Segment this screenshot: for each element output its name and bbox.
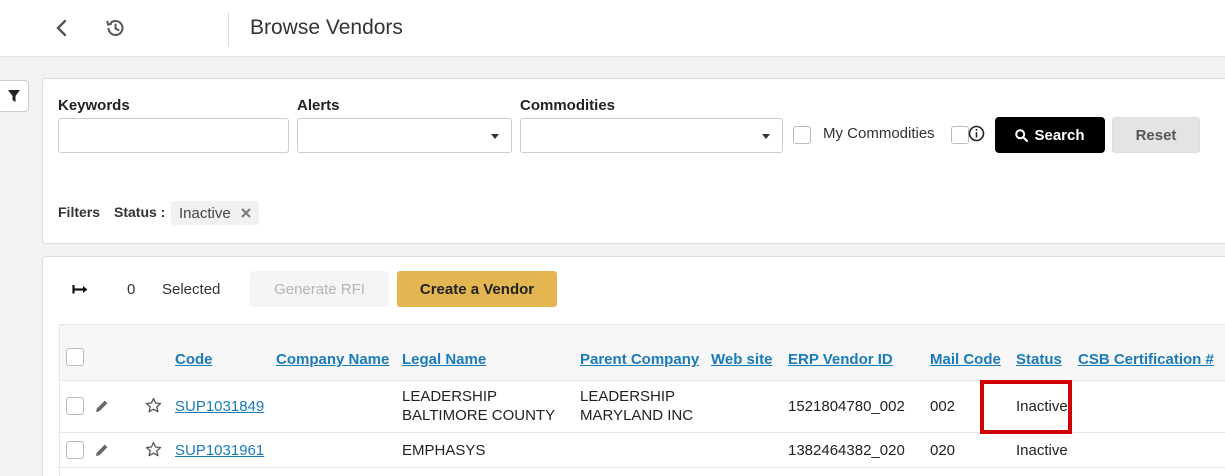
column-header-code[interactable]: Code <box>175 351 213 368</box>
expand-arrow-icon[interactable] <box>72 282 90 296</box>
search-button[interactable]: Search <box>995 117 1105 153</box>
column-header-legal-name[interactable]: Legal Name <box>402 351 486 368</box>
star-icon[interactable] <box>145 397 162 414</box>
top-bar: Browse Vendors <box>0 0 1225 57</box>
erp-vendor-id-cell: 1382464382_020 <box>788 442 905 459</box>
search-button-label: Search <box>1034 126 1085 144</box>
my-commodities-checkbox[interactable] <box>793 126 811 144</box>
status-cell: Inactive <box>1016 442 1068 459</box>
info-checkbox[interactable] <box>951 126 969 144</box>
parent-company-line: MARYLAND INC <box>580 407 694 424</box>
topbar-divider <box>228 12 229 46</box>
results-panel: 0 Selected Generate RFI Create a Vendor … <box>42 256 1225 476</box>
vendor-code-link[interactable]: SUP1031961 <box>175 441 264 460</box>
parent-company-cell: LEADERSHIP MARYLAND INC <box>580 387 693 425</box>
row-checkbox[interactable] <box>66 397 84 415</box>
reset-button[interactable]: Reset <box>1112 117 1200 153</box>
commodities-select[interactable] <box>520 118 783 153</box>
page-title: Browse Vendors <box>250 16 403 39</box>
search-icon <box>1015 128 1029 142</box>
column-header-erp-vendor-id[interactable]: ERP Vendor ID <box>788 351 893 368</box>
generate-rfi-button[interactable]: Generate RFI <box>250 271 389 307</box>
history-button[interactable] <box>99 12 131 44</box>
legal-name-line: LEADERSHIP <box>402 388 498 405</box>
table-header: Code Company Name Legal Name Parent Comp… <box>60 325 1225 381</box>
pencil-icon[interactable] <box>94 442 110 458</box>
select-all-checkbox[interactable] <box>66 348 84 366</box>
filter-toggle-button[interactable] <box>0 80 29 112</box>
star-icon[interactable] <box>145 441 162 458</box>
status-filter-label: Status : <box>114 204 166 220</box>
back-button[interactable] <box>46 12 78 44</box>
column-header-mail-code[interactable]: Mail Code <box>930 351 1001 368</box>
mail-code-cell: 002 <box>930 398 956 415</box>
vendor-code-link[interactable]: SUP1031849 <box>175 397 264 416</box>
search-panel: Keywords Alerts Commodities My Commoditi… <box>42 78 1225 244</box>
row-checkbox[interactable] <box>66 441 84 459</box>
column-header-csb-certification[interactable]: CSB Certification # <box>1078 351 1214 368</box>
filters-label: Filters <box>58 204 101 220</box>
filter-icon <box>8 90 20 102</box>
pencil-icon[interactable] <box>94 398 110 414</box>
parent-company-line: LEADERSHIP <box>580 388 676 405</box>
create-vendor-button[interactable]: Create a Vendor <box>397 271 557 307</box>
history-icon <box>106 20 124 36</box>
commodities-label: Commodities <box>520 97 616 114</box>
my-commodities-label: My Commodities <box>823 125 935 142</box>
keywords-label: Keywords <box>58 97 130 114</box>
selected-label: Selected <box>162 281 221 298</box>
legal-name-line: BALTIMORE COUNTY <box>402 407 556 424</box>
chevron-left-icon <box>56 19 67 37</box>
chevron-down-icon <box>491 134 499 139</box>
legal-name-cell: LEADERSHIP BALTIMORE COUNTY <box>402 387 555 425</box>
close-icon[interactable] <box>240 208 251 218</box>
column-header-company-name[interactable]: Company Name <box>276 351 389 368</box>
status-filter-chip: Inactive <box>171 201 259 225</box>
info-icon[interactable] <box>968 125 985 142</box>
status-filter-value: Inactive <box>179 204 231 222</box>
column-header-parent-company[interactable]: Parent Company <box>580 351 699 368</box>
legal-name-cell: EMPHASYS <box>402 442 486 459</box>
status-highlight-box <box>980 380 1072 434</box>
column-header-web-site[interactable]: Web site <box>711 351 772 368</box>
alerts-select[interactable] <box>297 118 512 153</box>
erp-vendor-id-cell: 1521804780_002 <box>788 398 905 415</box>
alerts-label: Alerts <box>297 97 340 114</box>
selected-count: 0 <box>127 281 136 298</box>
keywords-input[interactable] <box>58 118 289 153</box>
table-row[interactable]: SUP1031961 EMPHASYS 1382464382_020 020 I… <box>60 433 1225 468</box>
mail-code-cell: 020 <box>930 442 956 459</box>
chevron-down-icon <box>762 134 770 139</box>
column-header-status[interactable]: Status <box>1016 351 1062 368</box>
